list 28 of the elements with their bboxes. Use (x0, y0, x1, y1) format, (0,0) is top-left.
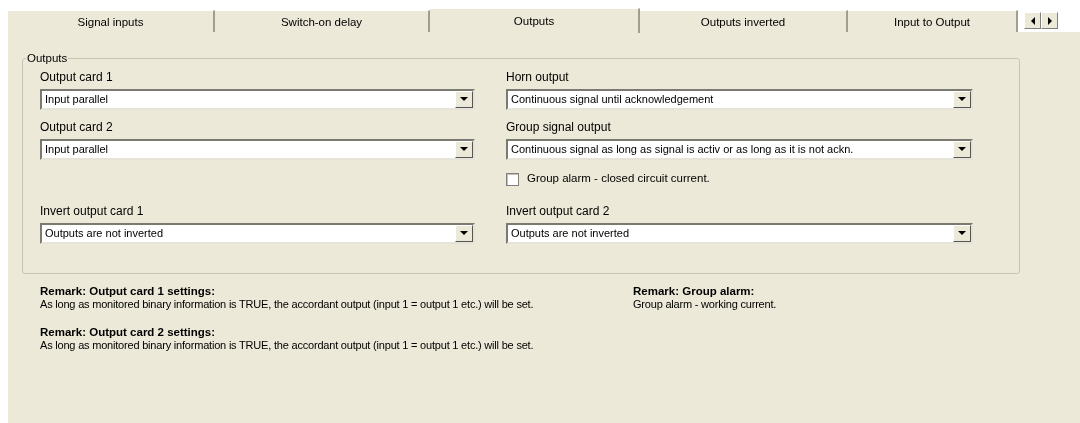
tab[interactable]: Outputs (430, 8, 640, 33)
checkbox[interactable] (506, 172, 519, 186)
dropdown[interactable]: Continuous signal until acknowledgement (506, 89, 973, 110)
dropdown[interactable]: Outputs are not inverted (506, 223, 973, 244)
field-label: Output card 2 (40, 120, 113, 135)
dropdown[interactable]: Input parallel (40, 89, 475, 110)
field-label: Output card 1 (40, 70, 113, 85)
checkbox-label: Group alarm - closed circuit current. (527, 171, 710, 187)
right-arrow-icon (1045, 15, 1054, 26)
tab[interactable]: Input to Output (848, 10, 1018, 32)
tab[interactable]: Signal inputs (8, 10, 215, 32)
remark-text: As long as monitored binary information is TRUE, the accordant output (input 1 = output 1 etc.) will be set. (40, 298, 535, 310)
remark-title: Remark: Output card 1 settings: (40, 284, 217, 298)
remark-title: Remark: Group alarm: (633, 284, 756, 298)
field-label: Horn output (506, 70, 569, 85)
field-label: Invert output card 1 (40, 204, 144, 219)
remark-title: Remark: Output card 2 settings: (40, 325, 217, 339)
field-label: Invert output card 2 (506, 204, 610, 219)
dropdown[interactable]: Input parallel (40, 139, 475, 160)
scroll-left-button[interactable] (1024, 12, 1041, 29)
dropdown[interactable]: Outputs are not inverted (40, 223, 475, 244)
remark-text: As long as monitored binary information is TRUE, the accordant output (input 1 = output 1 etc.) will be set. (40, 339, 535, 351)
remark-text: Group alarm - working current. (633, 298, 778, 310)
tab[interactable]: Switch-on delay (215, 10, 430, 32)
dropdown[interactable]: Continuous signal as long as signal is activ or as long as it is not ackn. (506, 139, 973, 160)
field-label: Group signal output (506, 120, 611, 135)
tab[interactable]: Outputs inverted (640, 10, 848, 32)
scroll-right-button[interactable] (1041, 12, 1058, 29)
